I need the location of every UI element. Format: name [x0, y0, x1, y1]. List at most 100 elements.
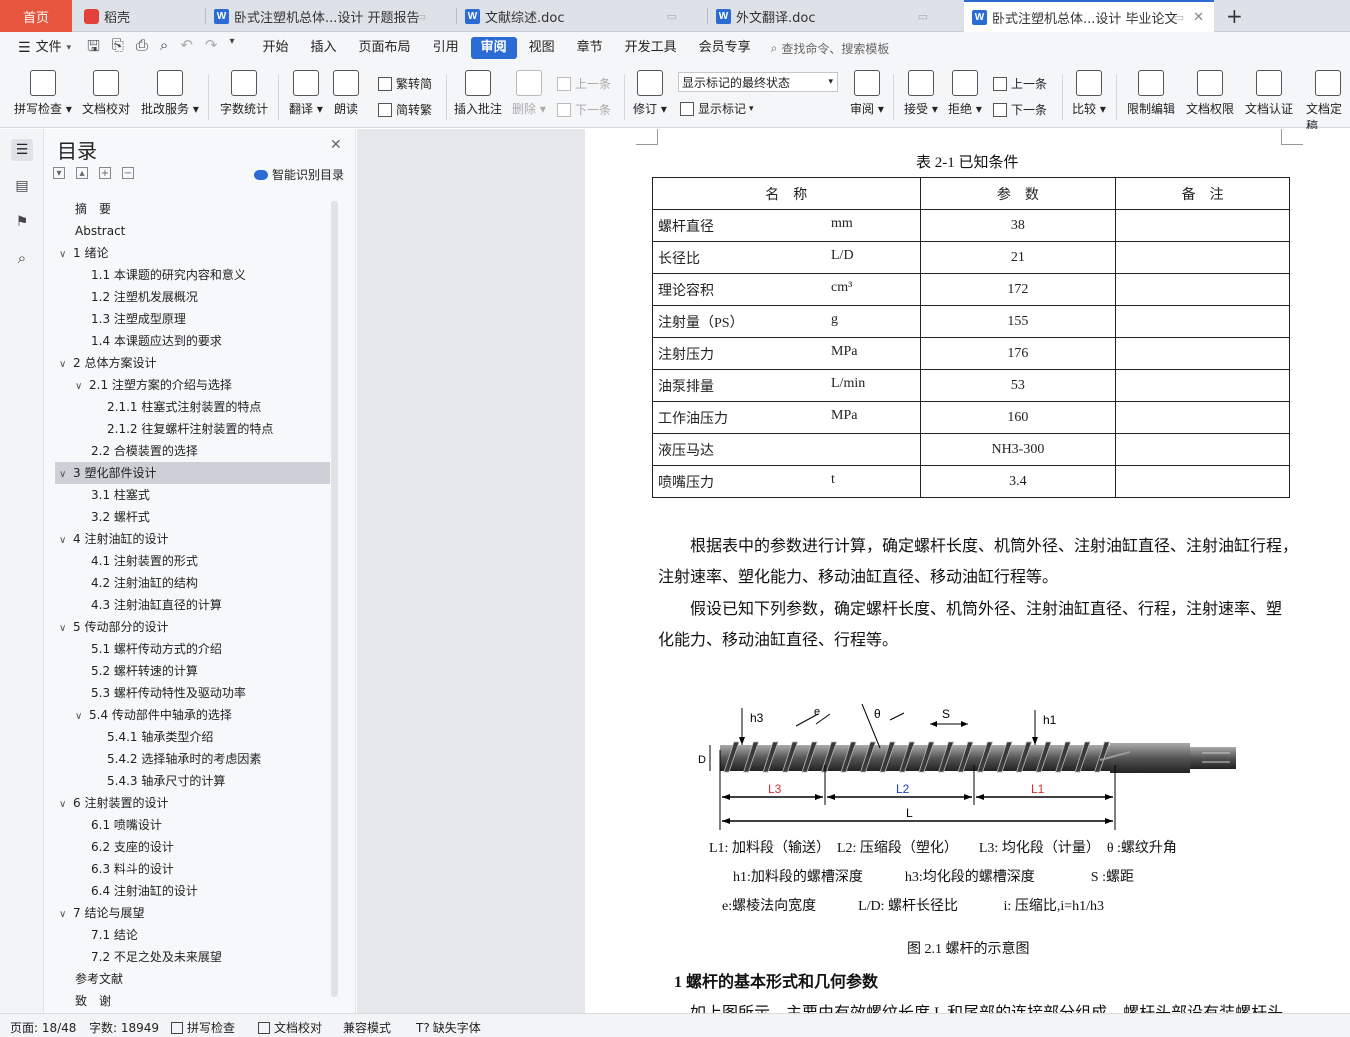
reject-button[interactable]: 拒绝 ▾: [948, 70, 982, 117]
menu-item-1[interactable]: 插入: [301, 37, 347, 59]
close-icon[interactable]: ✕: [1193, 10, 1204, 25]
chevron-down-icon[interactable]: ∨: [75, 706, 89, 728]
toc-item[interactable]: 5.4.2 选择轴承时的考虑因素: [107, 748, 261, 770]
search-icon[interactable]: ⌕: [11, 247, 33, 269]
toc-item[interactable]: 7.2 不足之处及未来展望: [91, 946, 222, 968]
menu-item-8[interactable]: 会员专享: [689, 37, 761, 59]
toc-item[interactable]: 4.3 注射油缸直径的计算: [91, 594, 222, 616]
toc-item[interactable]: 3.2 螺杆式: [91, 506, 150, 528]
toc-item[interactable]: Abstract: [75, 220, 125, 242]
add-item-icon[interactable]: +: [99, 167, 111, 179]
bookmark-icon[interactable]: ⚑: [11, 211, 33, 233]
menu-item-7[interactable]: 开发工具: [615, 37, 687, 59]
tab-daoke[interactable]: 稻壳: [76, 0, 201, 32]
chevron-down-icon[interactable]: ∨: [59, 464, 73, 486]
menu-item-5[interactable]: 视图: [519, 37, 565, 59]
word-count-button[interactable]: 字数统计: [220, 70, 268, 117]
toc-item[interactable]: 5.1 螺杆传动方式的介绍: [91, 638, 222, 660]
toc-item[interactable]: ∨ 1 绪论: [59, 242, 108, 264]
simp-to-trad-button[interactable]: 简转繁: [378, 101, 432, 118]
toc-item[interactable]: ∨ 5 传动部分的设计: [59, 616, 168, 638]
chevron-down-icon[interactable]: ∨: [59, 618, 73, 640]
read-aloud-button[interactable]: 朗读: [333, 70, 359, 117]
tab-review[interactable]: W 文献综述.doc ▭: [457, 0, 707, 32]
tab-proposal[interactable]: W 卧式注塑机总体...设计 开题报告 ▭: [206, 0, 456, 32]
menu-item-0[interactable]: 开始: [253, 37, 299, 59]
menu-item-2[interactable]: 页面布局: [349, 37, 421, 59]
doc-check-button[interactable]: 文档校对: [82, 70, 130, 117]
outline-icon[interactable]: ▤: [11, 175, 33, 197]
translate-button[interactable]: 翻译 ▾: [289, 70, 323, 117]
toc-item[interactable]: 2.1.2 往复螺杆注射装置的特点: [107, 418, 273, 440]
toc-item[interactable]: 6.2 支座的设计: [91, 836, 174, 858]
markup-state-select[interactable]: 显示标记的最终状态 ▾: [678, 72, 838, 92]
toc-item[interactable]: ∨ 7 结论与展望: [59, 902, 144, 924]
toc-item[interactable]: ∨ 2 总体方案设计: [59, 352, 156, 374]
next-change-button[interactable]: 下一条: [993, 101, 1047, 118]
restrict-edit-button[interactable]: 限制编辑: [1127, 70, 1175, 117]
toc-item[interactable]: 6.4 注射油缸的设计: [91, 880, 198, 902]
toc-item[interactable]: 6.1 喷嘴设计: [91, 814, 162, 836]
expand-all-icon[interactable]: ▾: [53, 167, 65, 179]
toc-item[interactable]: 4.1 注射装置的形式: [91, 550, 198, 572]
toc-item[interactable]: 摘 要: [75, 198, 111, 220]
tab-translation[interactable]: W 外文翻译.doc ▭: [708, 0, 958, 32]
export-icon[interactable]: ⎘: [112, 36, 124, 61]
track-changes-button[interactable]: 修订 ▾: [633, 70, 667, 117]
toc-item[interactable]: 7.1 结论: [91, 924, 138, 946]
next-comment-button[interactable]: 下一条: [557, 101, 611, 118]
redo-icon[interactable]: ↷: [205, 36, 218, 61]
toc-item[interactable]: 1.4 本课题应达到的要求: [91, 330, 222, 352]
toc-item[interactable]: 1.1 本课题的研究内容和意义: [91, 264, 246, 286]
remove-item-icon[interactable]: −: [122, 167, 134, 179]
tab-thesis[interactable]: W 卧式注塑机总体...设计 毕业论文 ▭ ✕: [964, 0, 1214, 32]
toc-item[interactable]: 5.3 螺杆传动特性及驱动功率: [91, 682, 246, 704]
accept-button[interactable]: 接受 ▾: [904, 70, 938, 117]
tab-home[interactable]: 首页: [0, 0, 72, 32]
toc-item[interactable]: ∨ 5.4 传动部件中轴承的选择: [75, 704, 232, 726]
print-icon[interactable]: ⎙: [136, 36, 148, 61]
doc-permission-button[interactable]: 文档权限: [1186, 70, 1234, 117]
compat-mode[interactable]: 兼容模式: [343, 1019, 391, 1036]
collapse-all-icon[interactable]: ▴: [76, 167, 88, 179]
close-icon[interactable]: ✕: [330, 137, 342, 153]
toc-icon[interactable]: ☰: [11, 139, 33, 161]
undo-icon[interactable]: ↶: [180, 36, 193, 61]
compare-button[interactable]: 比较 ▾: [1072, 70, 1106, 117]
chevron-down-icon[interactable]: ∨: [59, 794, 73, 816]
doc-auth-button[interactable]: 文档认证: [1245, 70, 1293, 117]
review-pane-button[interactable]: 审阅 ▾: [850, 70, 884, 117]
toc-item[interactable]: 2.1.1 柱塞式注射装置的特点: [107, 396, 261, 418]
insert-comment-button[interactable]: 插入批注: [454, 70, 502, 117]
preview-icon[interactable]: ⌕: [160, 36, 168, 61]
trad-to-simp-button[interactable]: 繁转简: [378, 75, 432, 92]
word-count[interactable]: 字数: 18949: [89, 1019, 159, 1036]
save-icon[interactable]: 🖫: [87, 36, 100, 61]
toc-item[interactable]: 致 谢: [75, 990, 111, 1012]
toc-item[interactable]: ∨ 2.1 注塑方案的介绍与选择: [75, 374, 232, 396]
chevron-down-icon[interactable]: ▾: [229, 36, 234, 61]
toc-item[interactable]: 6.3 料斗的设计: [91, 858, 174, 880]
toc-item[interactable]: 参考文献: [75, 968, 123, 990]
file-menu[interactable]: ☰ 文件 ▾: [8, 37, 81, 59]
prev-change-button[interactable]: 上一条: [993, 75, 1047, 92]
toc-item[interactable]: 4.2 注射油缸的结构: [91, 572, 198, 594]
toc-item[interactable]: 5.4.3 轴承尺寸的计算: [107, 770, 225, 792]
page-indicator[interactable]: 页面: 18/48: [10, 1019, 76, 1036]
toc-item[interactable]: ∨ 6 注射装置的设计: [59, 792, 168, 814]
chevron-down-icon[interactable]: ∨: [59, 904, 73, 926]
command-search[interactable]: ⌕ 查找命令、搜索模板: [771, 40, 890, 57]
menu-item-3[interactable]: 引用: [423, 37, 469, 59]
new-tab-button[interactable]: +: [1218, 0, 1248, 32]
missing-fonts[interactable]: T? 缺失字体: [416, 1019, 481, 1036]
toc-item[interactable]: 1.3 注塑成型原理: [91, 308, 186, 330]
batch-service-button[interactable]: 批改服务 ▾: [141, 70, 199, 117]
toc-item[interactable]: ∨ 3 塑化部件设计: [55, 462, 330, 484]
chevron-down-icon[interactable]: ∨: [59, 244, 73, 266]
toc-item[interactable]: 2.2 合模装置的选择: [91, 440, 198, 462]
toc-item[interactable]: 3.1 柱塞式: [91, 484, 150, 506]
toc-item[interactable]: 1.2 注塑机发展概况: [91, 286, 198, 308]
spell-check-button[interactable]: 拼写检查 ▾: [14, 70, 72, 117]
show-markup-button[interactable]: 显示标记 ▾: [680, 100, 754, 117]
status-doc-check[interactable]: 文档校对: [258, 1019, 322, 1036]
